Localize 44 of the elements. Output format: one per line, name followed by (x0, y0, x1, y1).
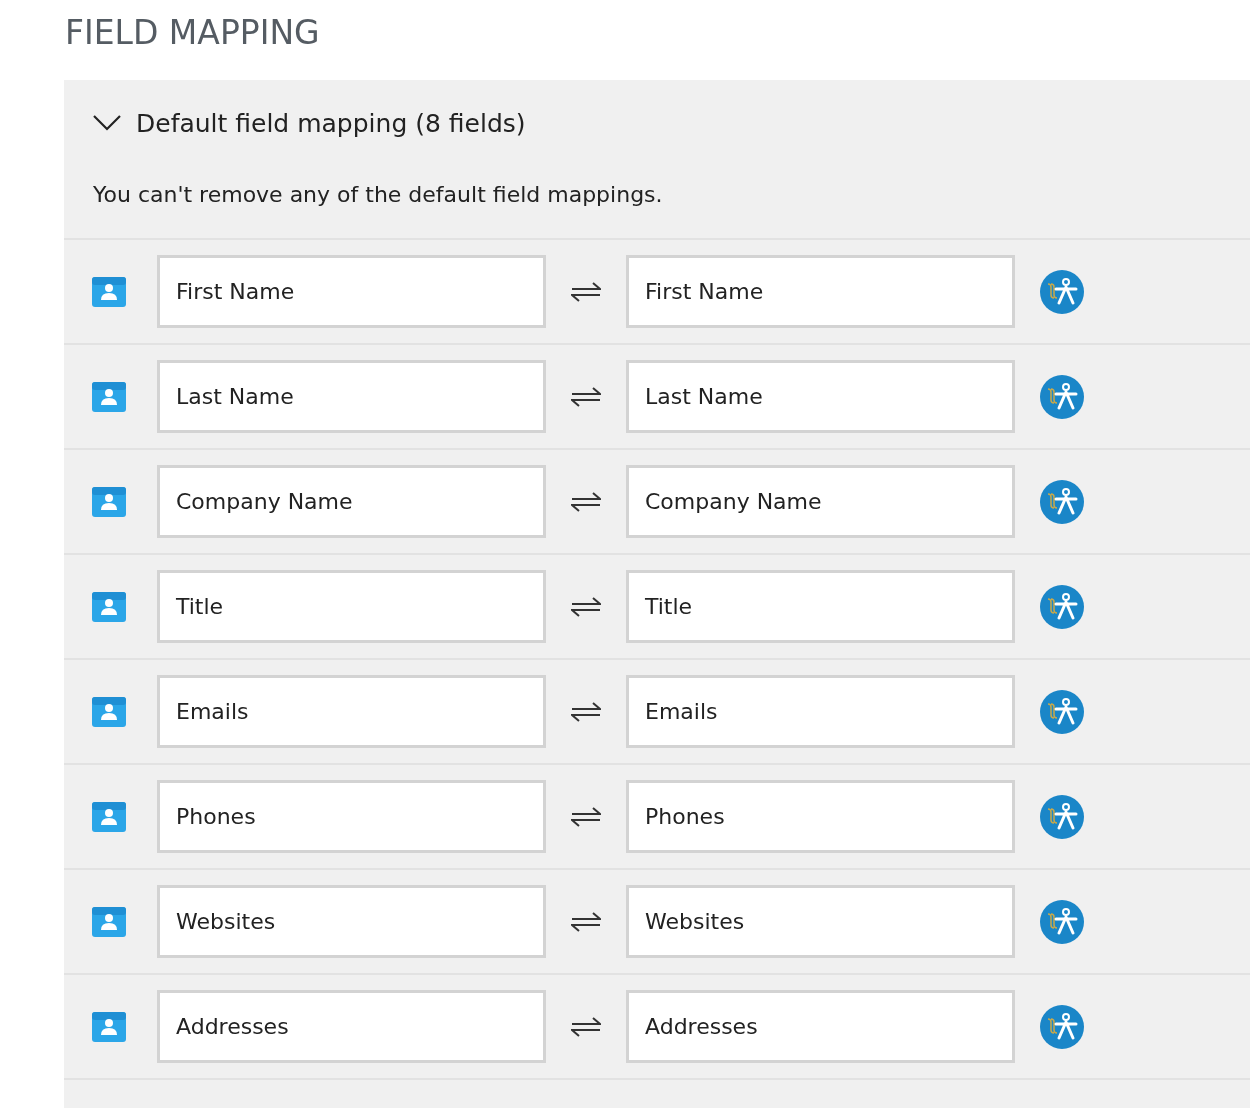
target-field[interactable]: First Name (626, 255, 1015, 328)
target-field[interactable]: Websites (626, 885, 1015, 958)
contact-card-icon (92, 800, 126, 833)
target-field[interactable]: Company Name (626, 465, 1015, 538)
swap-arrows-icon (571, 280, 601, 303)
swap-arrows-icon (571, 910, 601, 933)
swap-arrows-icon (571, 700, 601, 723)
target-field[interactable]: Last Name (626, 360, 1015, 433)
contact-card-icon (92, 905, 126, 938)
section-title[interactable]: Default field mapping (8 fields) (136, 108, 526, 138)
page-title: FIELD MAPPING (65, 12, 320, 54)
contact-card-icon (92, 590, 126, 623)
source-field[interactable]: Company Name (157, 465, 546, 538)
swap-arrows-icon (571, 805, 601, 828)
source-field[interactable]: Addresses (157, 990, 546, 1063)
contact-card-icon (92, 695, 126, 728)
person-logo-icon (1039, 1003, 1085, 1050)
source-field[interactable]: Last Name (157, 360, 546, 433)
person-logo-icon (1039, 478, 1085, 525)
contact-card-icon (92, 380, 126, 413)
swap-arrows-icon (571, 1015, 601, 1038)
person-logo-icon (1039, 373, 1085, 420)
target-field[interactable]: Phones (626, 780, 1015, 853)
source-field[interactable]: Phones (157, 780, 546, 853)
person-logo-icon (1039, 898, 1085, 945)
source-field[interactable]: Title (157, 570, 546, 643)
person-logo-icon (1039, 688, 1085, 735)
swap-arrows-icon (571, 595, 601, 618)
person-logo-icon (1039, 583, 1085, 630)
target-field[interactable]: Addresses (626, 990, 1015, 1063)
target-field[interactable]: Emails (626, 675, 1015, 748)
target-field[interactable]: Title (626, 570, 1015, 643)
swap-arrows-icon (571, 490, 601, 513)
section-description: You can't remove any of the default field mappings. (92, 181, 663, 209)
person-logo-icon (1039, 793, 1085, 840)
contact-card-icon (92, 485, 126, 518)
contact-card-icon (92, 275, 126, 308)
person-logo-icon (1039, 268, 1085, 315)
swap-arrows-icon (571, 385, 601, 408)
source-field[interactable]: Emails (157, 675, 546, 748)
source-field[interactable]: First Name (157, 255, 546, 328)
chevron-icon[interactable] (92, 114, 122, 132)
source-field[interactable]: Websites (157, 885, 546, 958)
contact-card-icon (92, 1010, 126, 1043)
